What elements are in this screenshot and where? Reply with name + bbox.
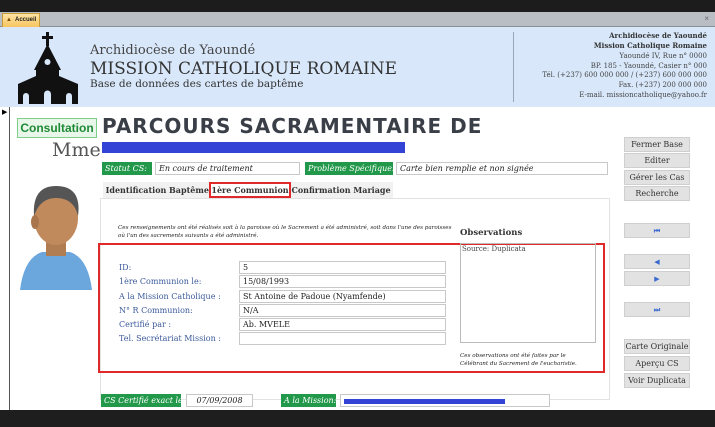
contact-line: Archidiocèse de Yaoundé — [609, 31, 707, 40]
apercu-cs-button[interactable]: Aperçu CS — [624, 356, 690, 371]
numero-communion-field[interactable]: N/A — [239, 304, 446, 317]
observations-note-text: Ces observations ont été faites par le C… — [460, 353, 577, 367]
field-label-tel: Tel. Secrétariat Mission : — [119, 334, 221, 343]
tel-secretariat-field[interactable] — [239, 332, 446, 345]
person-avatar — [20, 186, 92, 290]
form-icon: ▲ — [6, 17, 12, 23]
previous-record-button[interactable]: ◀ — [624, 254, 690, 269]
observations-note: Ces observations ont été faites par le C… — [460, 352, 580, 368]
database-subtitle: Base de données des cartes de baptême — [90, 78, 304, 90]
tab-confirmation[interactable]: Confirmation — [291, 182, 351, 198]
taskbar — [0, 410, 715, 427]
contact-line: Mission Catholique Romaine — [593, 40, 707, 50]
voir-duplicata-button[interactable]: Voir Duplicata — [624, 373, 690, 388]
page-title: PARCOURS SACRAMENTAIRE DE — [102, 114, 483, 138]
title-bar — [0, 0, 715, 12]
first-record-button[interactable]: ⏮ — [624, 223, 690, 238]
redacted-mission — [344, 399, 505, 404]
redacted-name — [102, 142, 405, 153]
fermer-base-button[interactable]: Fermer Base — [624, 137, 690, 152]
communion-date-field[interactable]: 15/08/1993 — [239, 275, 446, 288]
contact-line: Yaoundé IV, Rue n° 0000 — [619, 52, 707, 61]
probleme-label: Problème Spécifique: — [305, 162, 395, 175]
certifie-exact-label: CS Certifié exact le: — [101, 394, 185, 407]
record-selector[interactable] — [0, 107, 10, 410]
diocese-name: Archidiocèse de Yaoundé — [90, 43, 256, 58]
document-tab-bar — [0, 12, 715, 27]
contact-line: Fax. (+237) 200 000 000 — [618, 80, 707, 89]
gerer-cas-button[interactable]: Gérer les Cas — [624, 170, 690, 185]
contact-line: Tél. (+237) 600 000 000 / (+237) 600 000… — [542, 71, 707, 80]
info-note: Ces renseignements ont été réalisés soit… — [118, 225, 452, 239]
tab-bapteme[interactable]: Baptême — [169, 182, 209, 198]
contact-block: Archidiocèse de Yaoundé Mission Catholiq… — [542, 31, 707, 100]
contact-line: BP. 185 - Yaoundé, Casier n° 000 — [590, 61, 707, 70]
tab-label: Accueil — [15, 17, 37, 23]
next-record-button[interactable]: ▶ — [624, 271, 690, 286]
field-label-numero: N° R Communion: — [119, 306, 193, 315]
civility: Mme — [52, 139, 101, 161]
field-label-mission: A la Mission Catholique : — [119, 292, 221, 301]
field-label-date: 1ère Communion le: — [119, 277, 202, 286]
contact-line: E-mail. missioncatholique@yahoo.fr — [579, 90, 707, 99]
statut-label: Statut CS: — [102, 162, 152, 175]
field-label-id: ID: — [119, 263, 132, 272]
certifie-exact-field[interactable]: 07/09/2008 — [186, 394, 253, 407]
tab-mariage[interactable]: Mariage — [351, 182, 393, 198]
observations-label: Observations — [460, 228, 523, 238]
close-tab-button[interactable]: × — [704, 14, 709, 23]
statut-field[interactable]: En cours de traitement — [155, 162, 300, 175]
id-field[interactable]: 5 — [239, 261, 446, 274]
mission-field[interactable]: St Antoine de Padoue (Nyamfende) — [239, 290, 446, 303]
divider — [513, 32, 514, 102]
record-pointer-icon: ▶ — [2, 108, 8, 116]
church-icon — [18, 32, 78, 104]
tab-accueil[interactable]: ▲ Accueil — [2, 13, 40, 27]
mode-badge: Consultation — [17, 118, 97, 138]
mission-name: MISSION CATHOLIQUE ROMAINE — [90, 59, 398, 79]
editer-button[interactable]: Editer — [624, 153, 690, 168]
carte-originale-button[interactable]: Carte Originale — [624, 339, 690, 354]
tab-premiere-communion[interactable]: 1ère Communion — [209, 182, 291, 198]
observations-textarea[interactable]: Source: Duplicata — [460, 243, 596, 343]
recherche-button[interactable]: Recherche — [624, 186, 690, 201]
probleme-field[interactable]: Carte bien remplie et non signée — [396, 162, 608, 175]
field-label-certifie: Certifié par : — [119, 320, 172, 329]
mission-label: A la Mission: — [281, 394, 336, 407]
tab-identification[interactable]: Identification — [103, 182, 169, 198]
certifie-par-field[interactable]: Ab. MVELE — [239, 318, 446, 331]
last-record-button[interactable]: ⏭ — [624, 302, 690, 317]
